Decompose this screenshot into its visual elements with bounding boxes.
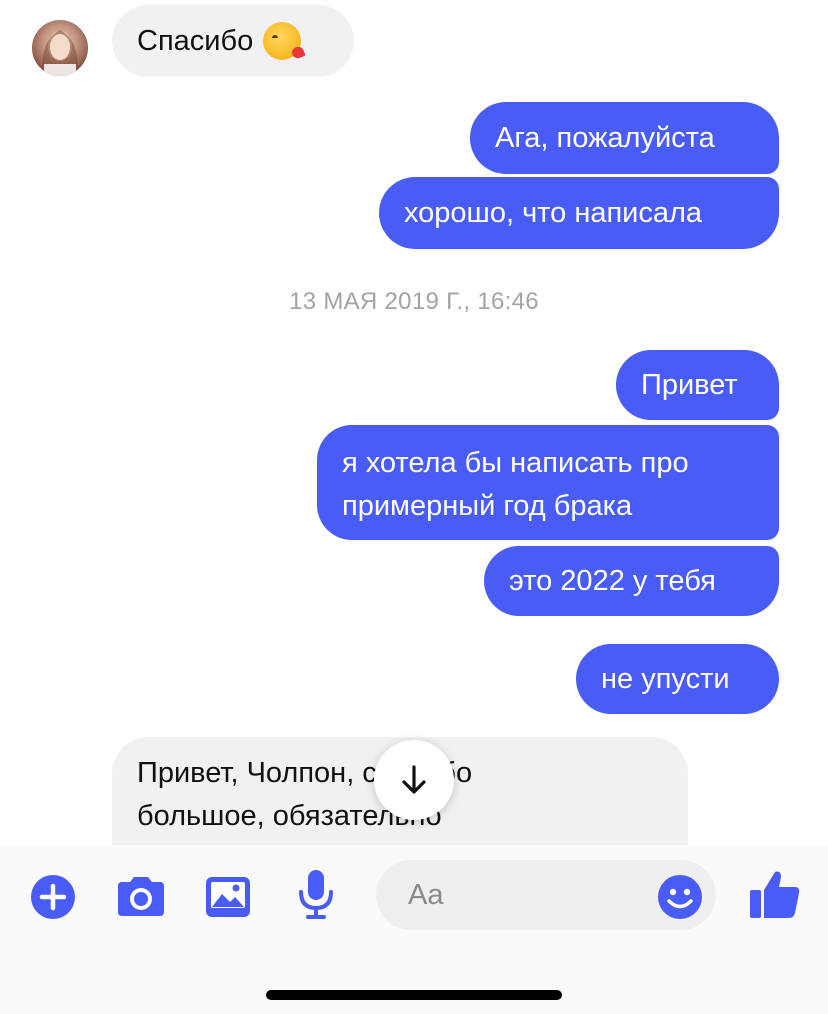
message-timestamp: 13 МАЯ 2019 Г., 16:46 (289, 288, 539, 315)
emoji-button[interactable] (657, 874, 703, 920)
message-text: не упусти (601, 662, 730, 695)
microphone-icon (299, 870, 333, 919)
gallery-button[interactable] (204, 874, 252, 920)
message-text: хорошо, что написала (404, 196, 703, 229)
message-bubble-outgoing[interactable]: это 2022 у тебя (484, 546, 779, 616)
message-text: Спасибо (137, 24, 254, 57)
contact-avatar[interactable] (32, 20, 88, 76)
smiley-icon (658, 875, 702, 919)
arrow-down-icon (402, 765, 426, 794)
message-text: Привет (641, 368, 738, 401)
message-text-line: примерный год брака (342, 489, 633, 522)
message-bubble-outgoing[interactable]: я хотела бы написать про примерный год б… (317, 425, 779, 540)
add-button[interactable] (30, 874, 76, 920)
thumbs-up-icon (750, 871, 800, 918)
like-button[interactable] (748, 868, 802, 920)
message-input-placeholder: Aa (408, 878, 444, 911)
message-text: Ага, пожалуйста (495, 121, 715, 154)
message-bubble-outgoing[interactable]: Привет (616, 350, 779, 420)
message-text-line: я хотела бы написать про (342, 446, 689, 479)
image-icon (206, 877, 250, 917)
plus-icon (31, 875, 75, 919)
camera-button[interactable] (114, 874, 168, 920)
message-bubble-outgoing[interactable]: Ага, пожалуйста (470, 102, 779, 174)
message-bubble-outgoing[interactable]: не упусти (576, 644, 779, 714)
kissing-heart-emoji-icon (263, 22, 302, 60)
home-indicator[interactable] (266, 990, 562, 1000)
message-bubble-outgoing[interactable]: хорошо, что написала (379, 177, 779, 249)
camera-icon (118, 877, 164, 916)
voice-message-button[interactable] (296, 868, 336, 920)
scroll-to-bottom-button[interactable] (374, 740, 454, 820)
message-bubble-incoming[interactable]: Спасибо (112, 5, 354, 77)
message-text: это 2022 у тебя (509, 564, 716, 597)
